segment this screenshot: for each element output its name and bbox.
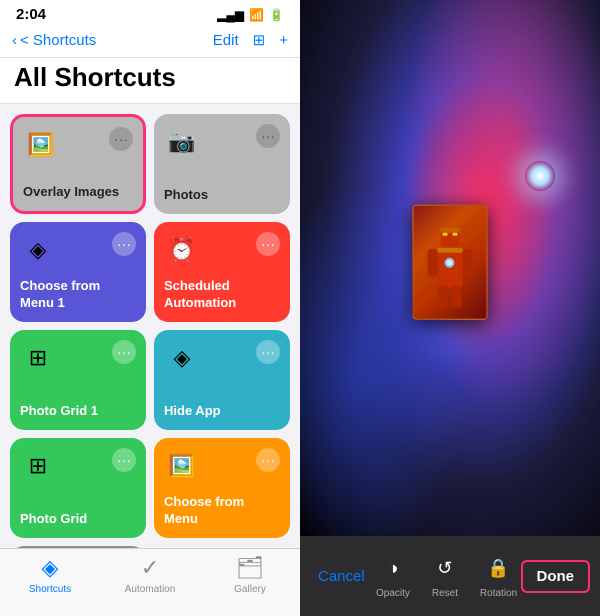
automation-tab-label: Automation	[125, 584, 176, 595]
rotation-tool[interactable]: 🔒 Rotation	[480, 554, 517, 599]
opacity-label: Opacity	[376, 588, 410, 599]
shortcut-overlay-images[interactable]: 🖼️ ··· Overlay Images	[10, 114, 146, 214]
tab-gallery[interactable]: 🗂 Gallery	[200, 555, 300, 595]
nav-actions: Edit ⊞ +	[213, 31, 288, 49]
iron-man-card	[413, 205, 488, 320]
wifi-icon: 📶	[249, 8, 264, 22]
shortcut-photo-grid-1[interactable]: ⊞ ··· Photo Grid 1	[10, 330, 146, 430]
choose-menu2-icon: 🖼️	[164, 448, 200, 484]
shortcut-dots[interactable]: ···	[112, 340, 136, 364]
opacity-icon: ◑	[378, 554, 408, 584]
status-icons: ▂▄▆ 📶 🔋	[217, 8, 284, 22]
shortcut-top: 🖼️ ···	[23, 127, 133, 163]
hide-app-icon: ◈	[164, 340, 200, 376]
shortcut-top: ◈ ···	[20, 232, 136, 268]
done-button[interactable]: Done	[521, 560, 591, 593]
scheduled-icon: ⏰	[164, 232, 200, 268]
image-area	[300, 0, 600, 536]
signal-icon: ▂▄▆	[217, 8, 244, 22]
shortcut-top: 🖼️ ···	[164, 448, 280, 484]
choose-menu2-label: Choose from Menu	[164, 494, 280, 528]
shortcut-dots[interactable]: ···	[256, 124, 280, 148]
shortcut-hide-app[interactable]: ◈ ··· Hide App	[154, 330, 290, 430]
photos-icon: 📷	[164, 124, 200, 160]
shortcut-top: ⏰ ···	[164, 232, 280, 268]
rotation-label: Rotation	[480, 588, 517, 599]
shortcut-photos[interactable]: 📷 ··· Photos	[154, 114, 290, 214]
shortcut-dots[interactable]: ···	[112, 448, 136, 472]
shortcut-top: 📷 ···	[164, 124, 280, 160]
cancel-button[interactable]: Cancel	[310, 562, 373, 591]
shortcut-scheduled-automation[interactable]: ⏰ ··· Scheduled Automation	[154, 222, 290, 322]
add-icon[interactable]: +	[279, 32, 288, 49]
scheduled-label: Scheduled Automation	[164, 278, 280, 312]
gallery-tab-label: Gallery	[234, 584, 266, 595]
status-time: 2:04	[16, 6, 46, 23]
shortcut-dots[interactable]: ···	[256, 232, 280, 256]
nav-back[interactable]: ‹ < Shortcuts	[12, 32, 96, 49]
glow-orb	[525, 161, 555, 191]
photo-grid-label: Photo Grid	[20, 511, 136, 528]
photos-label: Photos	[164, 187, 280, 204]
edit-button[interactable]: Edit	[213, 32, 239, 49]
editor-toolbar: Cancel ◑ Opacity ↺ Reset 🔒 Rotation Done	[300, 536, 600, 616]
shortcuts-tab-label: Shortcuts	[29, 584, 71, 595]
reset-tool[interactable]: ↺ Reset	[430, 554, 460, 599]
choose-menu-icon: ◈	[20, 232, 56, 268]
gallery-tab-icon: 🗂	[236, 555, 264, 581]
iron-man-svg	[423, 212, 478, 312]
nav-bar: ‹ < Shortcuts Edit ⊞ +	[0, 27, 300, 58]
shortcut-dots[interactable]: ···	[256, 340, 280, 364]
rotation-icon: 🔒	[484, 554, 514, 584]
shortcuts-tab-icon: ◈	[42, 555, 59, 581]
overlay-images-label: Overlay Images	[23, 184, 133, 201]
shortcut-choose-from-menu-2[interactable]: 🖼️ ··· Choose from Menu	[154, 438, 290, 538]
shortcut-misc[interactable]: ◈ ···	[10, 546, 146, 548]
grid-icon[interactable]: ⊞	[253, 31, 266, 49]
tab-bar: ◈ Shortcuts ✓ Automation 🗂 Gallery	[0, 548, 300, 616]
reset-label: Reset	[432, 588, 458, 599]
main-image	[300, 0, 600, 536]
choose-menu-label: Choose from Menu 1	[20, 278, 136, 312]
reset-icon: ↺	[430, 554, 460, 584]
iphone-panel: 2:04 ▂▄▆ 📶 🔋 ‹ < Shortcuts Edit ⊞ + All …	[0, 0, 300, 616]
editor-panel: Cancel ◑ Opacity ↺ Reset 🔒 Rotation Done	[300, 0, 600, 616]
shortcut-dots[interactable]: ···	[256, 448, 280, 472]
toolbar-tools: ◑ Opacity ↺ Reset 🔒 Rotation	[373, 554, 521, 599]
shortcut-photo-grid[interactable]: ⊞ ··· Photo Grid	[10, 438, 146, 538]
page-title: All Shortcuts	[0, 58, 300, 104]
shortcut-dots[interactable]: ···	[112, 232, 136, 256]
back-chevron-icon: ‹	[12, 32, 17, 49]
tab-shortcuts[interactable]: ◈ Shortcuts	[0, 555, 100, 595]
photo-grid1-label: Photo Grid 1	[20, 403, 136, 420]
photo-grid1-icon: ⊞	[20, 340, 56, 376]
shortcut-dots[interactable]: ···	[109, 127, 133, 151]
shortcuts-grid: 🖼️ ··· Overlay Images 📷 ··· Photos ◈ ···…	[0, 104, 300, 548]
battery-icon: 🔋	[269, 8, 284, 22]
nav-back-label[interactable]: < Shortcuts	[20, 32, 96, 49]
status-bar: 2:04 ▂▄▆ 📶 🔋	[0, 0, 300, 27]
tab-automation[interactable]: ✓ Automation	[100, 555, 200, 595]
shortcut-choose-from-menu[interactable]: ◈ ··· Choose from Menu 1	[10, 222, 146, 322]
overlay-images-icon: 🖼️	[23, 127, 59, 163]
shortcut-top: ◈ ···	[164, 340, 280, 376]
photo-grid-icon: ⊞	[20, 448, 56, 484]
automation-tab-icon: ✓	[141, 555, 159, 581]
shortcut-top: ⊞ ···	[20, 448, 136, 484]
hide-app-label: Hide App	[164, 403, 280, 420]
shortcut-top: ⊞ ···	[20, 340, 136, 376]
opacity-tool[interactable]: ◑ Opacity	[376, 554, 410, 599]
